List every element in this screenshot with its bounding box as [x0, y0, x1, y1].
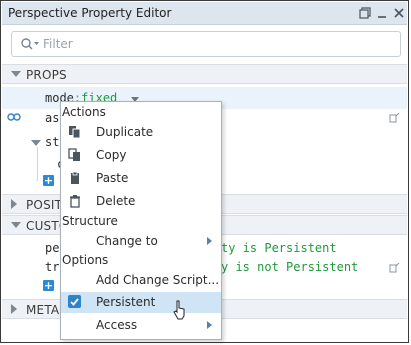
- submenu-arrow-icon: [207, 237, 212, 245]
- menu-item-copy-label: Copy: [96, 148, 127, 162]
- restore-icon[interactable]: [357, 5, 373, 21]
- section-props-label: PROPS: [26, 68, 67, 82]
- menu-item-add-change-script[interactable]: Add Change Script...: [61, 270, 221, 291]
- menu-item-change-to-label: Change to: [96, 234, 158, 248]
- menu-header-structure: Structure: [62, 214, 118, 228]
- title-bar: Perspective Property Editor: [2, 2, 407, 25]
- mouse-cursor-icon: [173, 300, 185, 320]
- trash-icon: [70, 195, 80, 208]
- paste-icon: [71, 171, 79, 184]
- submenu-arrow-icon: [207, 321, 212, 329]
- menu-item-duplicate-label: Duplicate: [96, 125, 154, 139]
- duplicate-icon: [69, 126, 81, 139]
- custom-row-tra-value[interactable]: y is not Persistent: [221, 260, 358, 280]
- expand-style-arrow-icon[interactable]: [31, 140, 41, 146]
- search-icon: [21, 38, 39, 50]
- menu-item-access[interactable]: Access: [61, 315, 221, 336]
- tree-guide-line: [37, 147, 38, 181]
- checkmark-icon: [70, 298, 79, 306]
- pin-icon[interactable]: [388, 263, 400, 275]
- collapse-arrow-icon[interactable]: [11, 222, 21, 228]
- context-menu: Actions Duplicate Copy Paste Delete Stru…: [60, 101, 222, 340]
- menu-item-add-change-script-label: Add Change Script...: [96, 273, 220, 287]
- link-icon[interactable]: [7, 112, 21, 122]
- close-icon[interactable]: [391, 5, 407, 21]
- menu-item-duplicate[interactable]: Duplicate: [61, 122, 221, 143]
- copy-icon: [68, 148, 80, 161]
- add-property-button[interactable]: +: [43, 175, 54, 186]
- add-custom-property-button[interactable]: +: [43, 280, 54, 291]
- window-title: Perspective Property Editor: [8, 6, 172, 20]
- pin-icon[interactable]: [388, 113, 400, 125]
- menu-item-persistent-label: Persistent: [96, 295, 156, 309]
- menu-item-change-to[interactable]: Change to: [61, 231, 221, 252]
- section-meta-label: META: [26, 303, 60, 317]
- menu-item-paste-label: Paste: [96, 171, 129, 185]
- menu-item-delete[interactable]: Delete: [61, 191, 221, 212]
- custom-row-per-value[interactable]: ty is Persistent: [221, 241, 337, 261]
- collapse-arrow-icon[interactable]: [11, 71, 21, 77]
- section-props[interactable]: PROPS: [2, 64, 407, 84]
- menu-item-delete-label: Delete: [96, 194, 136, 208]
- expand-arrow-icon[interactable]: [11, 304, 17, 314]
- menu-header-options: Options: [62, 253, 109, 267]
- menu-item-access-label: Access: [96, 318, 138, 332]
- menu-item-copy[interactable]: Copy: [61, 145, 221, 166]
- checkbox-icon: [68, 295, 81, 308]
- menu-item-persistent[interactable]: Persistent: [61, 292, 221, 313]
- filter-input[interactable]: Filter: [11, 31, 401, 57]
- menu-header-actions: Actions: [62, 105, 106, 119]
- expand-arrow-icon[interactable]: [11, 199, 17, 209]
- menu-item-paste[interactable]: Paste: [61, 168, 221, 189]
- filter-placeholder: Filter: [43, 37, 73, 51]
- minimize-icon[interactable]: [374, 5, 390, 21]
